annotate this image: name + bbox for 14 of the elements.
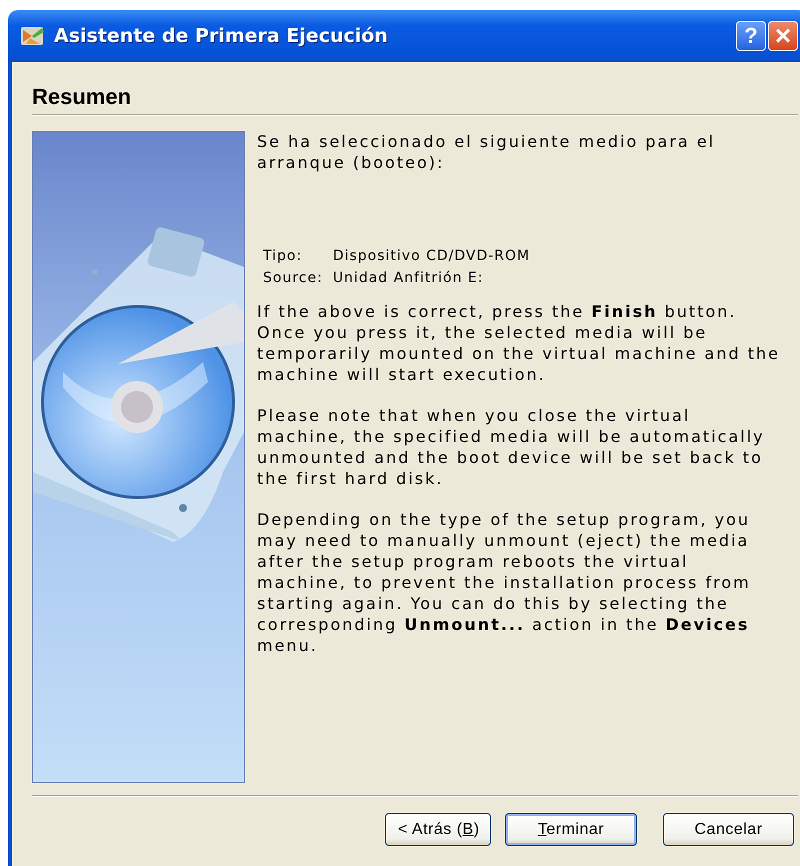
detail-value: Unidad Anfitrión E:: [332, 269, 484, 288]
intro-text: Se ha seleccionado el siguiente medio para el arranque (booteo):: [257, 131, 716, 173]
app-icon: [20, 24, 46, 48]
info-paragraph: Please note that when you close the virtual machine, the specified media will be automatically unmounted and the boot device will be set back to the first hard disk.: [257, 405, 766, 489]
page-heading: Resumen: [32, 83, 132, 102]
info-paragraph: If the above is correct, press the Finish button. Once you press it, the selected media will be temporarily mounted on the virtual machine and the machine will start execution.: [257, 301, 781, 385]
wizard-button[interactable]: Terminar: [505, 813, 637, 846]
detail-value: Dispositivo CD/DVD-ROM: [332, 247, 530, 266]
wizard-button[interactable]: < Atrás (B): [385, 813, 491, 846]
detail-label: Source:: [263, 269, 323, 288]
wizard-button[interactable]: Cancelar: [663, 813, 794, 846]
info-paragraph: Depending on the type of the setup program, you may need to manually unmount (eject) the media after the setup program reboots the virtual machine, to prevent the installation process from starting again. You can do this by selecting the corresponding Unmount... action in the Devices menu.: [257, 509, 752, 656]
detail-label: Tipo:: [263, 247, 304, 266]
window-title: Asistente de Primera Ejecución: [54, 25, 389, 47]
